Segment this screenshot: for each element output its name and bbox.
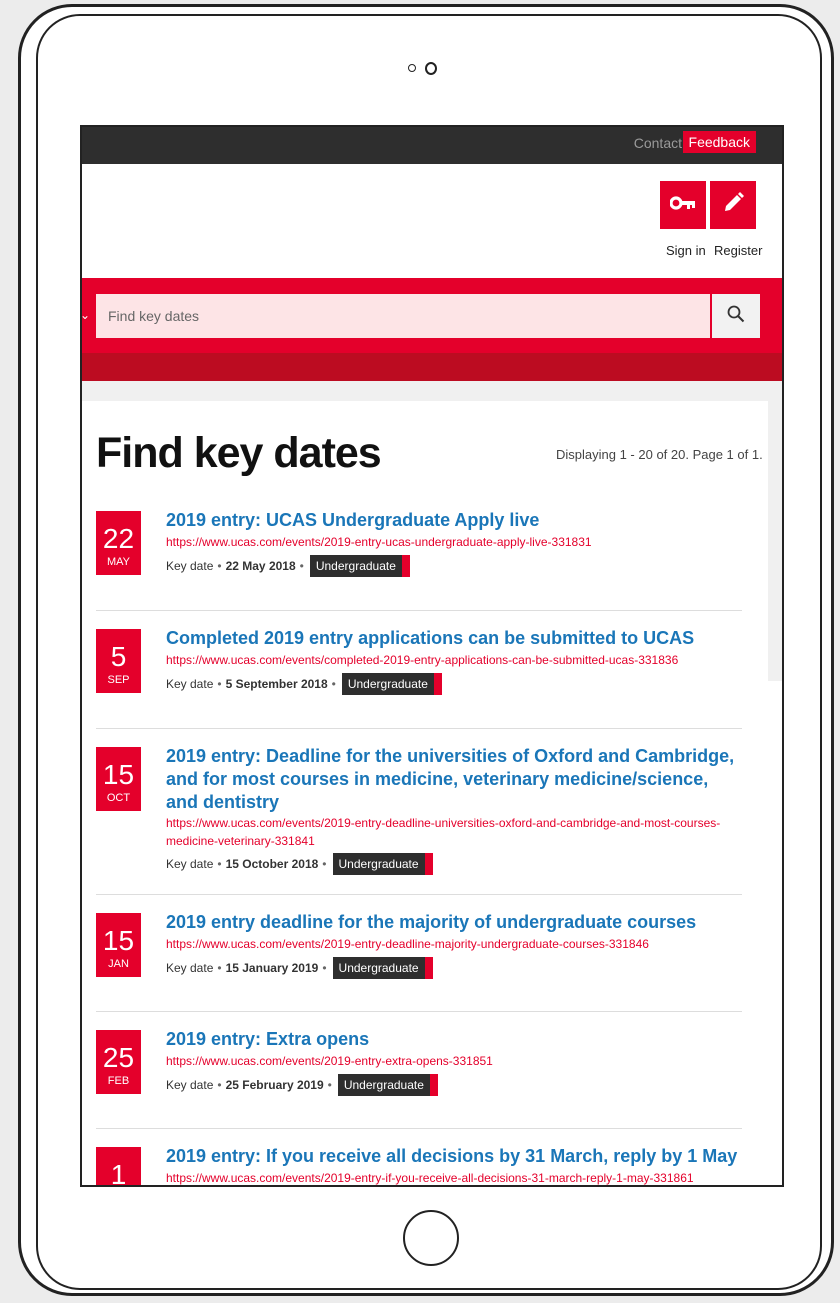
event-url-link[interactable]: https://www.ucas.com/events/2019-entry-e… [166,1051,742,1071]
results-count: Displaying 1 - 20 of 20. Page 1 of 1. [556,447,763,462]
pencil-icon [722,191,744,219]
top-utility-bar: Contact Feedback [82,127,782,164]
date-badge: 25 FEB [96,1030,141,1094]
event-meta: Key date • 5 September 2018 • Undergraduate [166,673,742,695]
date-badge: 22 MAY [96,511,141,575]
list-item: 22 MAY 2019 entry: UCAS Undergraduate Ap… [96,509,742,611]
category-tag[interactable]: Undergraduate [332,957,433,979]
event-date: 22 May 2018 [225,559,296,573]
event-url-link[interactable]: https://www.ucas.com/events/completed-20… [166,650,742,670]
event-title-link[interactable]: 2019 entry: UCAS Undergraduate Apply liv… [166,509,742,532]
date-day: 1 [110,1159,127,1187]
date-month: FEB [107,1075,130,1087]
event-url-link[interactable]: https://www.ucas.com/events/2019-entry-u… [166,532,742,552]
browser-screen: Contact Feedback Sign in Register ⌄ Find… [80,125,784,1187]
scrollbar[interactable] [768,401,782,681]
event-title-link[interactable]: 2019 entry: If you receive all decisions… [166,1145,742,1168]
contact-link[interactable]: Contact [634,135,682,151]
event-url-link[interactable]: https://www.ucas.com/events/2019-entry-d… [166,814,742,850]
list-item: 1 2019 entry: If you receive all decisio… [96,1129,742,1187]
register-label[interactable]: Register [714,243,762,258]
date-day: 5 [110,641,127,672]
search-input[interactable] [96,294,710,338]
list-item: 15 JAN 2019 entry deadline for the major… [96,895,742,1012]
nav-band [82,353,782,381]
event-meta: Key date • 22 May 2018 • Undergraduate [166,555,742,577]
date-day: 15 [102,925,135,956]
feedback-button[interactable]: Feedback [682,131,756,153]
date-badge: 15 JAN [96,913,141,977]
page-title: Find key dates [96,429,382,477]
event-date: 5 September 2018 [225,677,328,691]
key-date-label: Key date [166,677,214,691]
chevron-down-icon[interactable]: ⌄ [82,308,90,322]
event-title-link[interactable]: 2019 entry: Deadline for the universitie… [166,745,742,814]
category-tag[interactable]: Undergraduate [341,673,442,695]
date-month: SEP [107,674,130,686]
site-header: Sign in Register [82,164,782,278]
key-date-label: Key date [166,559,214,573]
event-date: 25 February 2019 [225,1078,324,1092]
category-tag[interactable]: Undergraduate [332,853,433,875]
event-title-link[interactable]: 2019 entry deadline for the majority of … [166,911,742,934]
list-item: 5 SEP Completed 2019 entry applications … [96,611,742,729]
event-url-link[interactable]: https://www.ucas.com/events/2019-entry-d… [166,934,742,954]
event-date: 15 January 2019 [225,961,319,975]
list-item: 15 OCT 2019 entry: Deadline for the univ… [96,729,742,895]
camera-sensor [408,64,416,72]
sign-in-button[interactable] [660,181,706,229]
date-month: MAY [106,556,131,568]
date-day: 22 [102,523,135,554]
register-button[interactable] [710,181,756,229]
home-button[interactable] [403,1210,459,1266]
camera-lens [425,62,437,75]
date-month: JAN [108,958,129,970]
key-date-label: Key date [166,857,214,871]
event-meta: Key date • 15 October 2018 • Undergraduate [166,853,742,875]
date-badge: 15 OCT [96,747,141,811]
event-meta: Key date • 25 February 2019 • Undergraduate [166,1074,742,1096]
sign-in-label[interactable]: Sign in [666,243,706,258]
key-date-label: Key date [166,961,214,975]
category-tag[interactable]: Undergraduate [309,555,410,577]
date-month: OCT [106,792,131,804]
event-title-link[interactable]: Completed 2019 entry applications can be… [166,627,742,650]
date-badge: 1 [96,1147,141,1187]
event-date: 15 October 2018 [225,857,319,871]
event-title-link[interactable]: 2019 entry: Extra opens [166,1028,742,1051]
event-url-link[interactable]: https://www.ucas.com/events/2019-entry-i… [166,1168,742,1185]
key-icon [669,195,696,215]
date-day: 15 [102,759,135,790]
search-icon [727,305,745,328]
date-badge: 5 SEP [96,629,141,693]
key-date-label: Key date [166,1078,214,1092]
event-meta: Key date • 15 January 2019 • Undergraduate [166,957,742,979]
category-tag[interactable]: Undergraduate [337,1074,438,1096]
list-item: 25 FEB 2019 entry: Extra opens https://w… [96,1012,742,1129]
search-button[interactable] [712,294,760,338]
date-day: 25 [102,1042,135,1073]
search-bar: ⌄ [82,278,782,353]
content-top-border [82,381,782,401]
key-dates-list: 22 MAY 2019 entry: UCAS Undergraduate Ap… [96,509,742,1187]
